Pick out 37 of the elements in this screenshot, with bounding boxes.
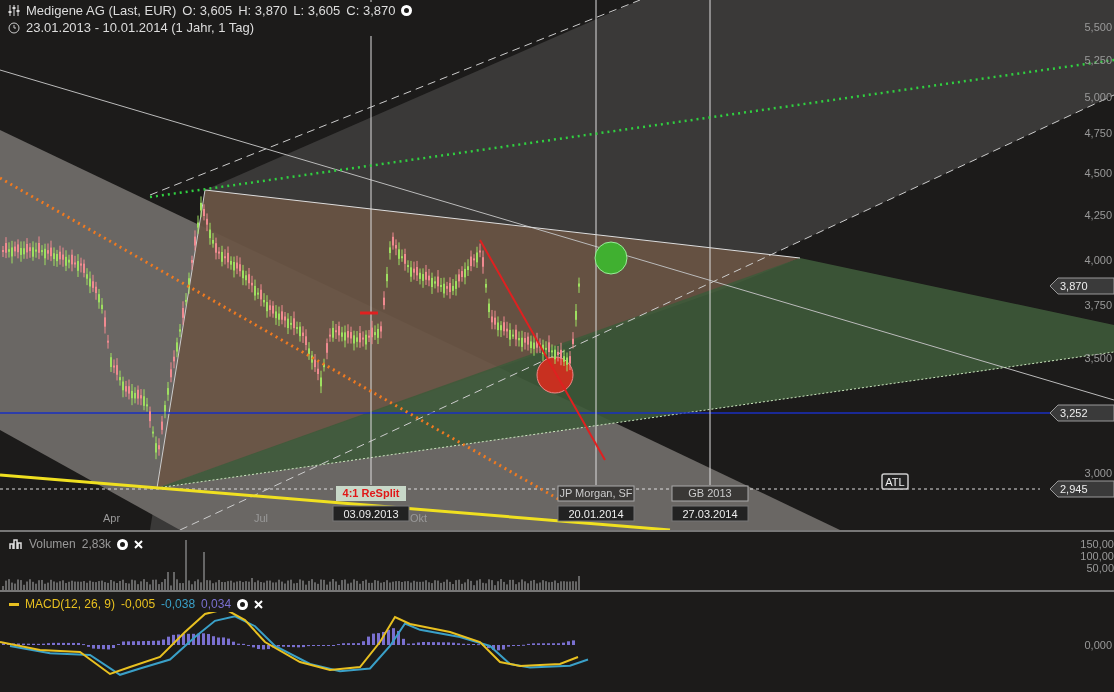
- price-tick: 3,750: [1084, 299, 1112, 311]
- volume-title: Volumen: [29, 537, 76, 551]
- price-tag: 3,252: [1049, 404, 1114, 422]
- date-tag: 27.03.2014: [671, 505, 749, 522]
- price-tag: 2,945: [1049, 480, 1114, 498]
- month-label: Apr: [103, 512, 121, 524]
- macd-title: MACD(12, 26, 9): [25, 597, 116, 611]
- price-tick: 4,000: [1084, 254, 1112, 266]
- price-tick: 5,000: [1084, 91, 1112, 103]
- split-label: 4:1 ReSplit: [336, 486, 406, 501]
- atl-marker: ATL: [881, 473, 909, 490]
- note-label: JP Morgan, SF: [557, 485, 635, 502]
- macd-tick: 0,000: [1084, 639, 1112, 651]
- macd-value: -0,005: [121, 597, 156, 611]
- quote-value: H: 3,870: [238, 3, 288, 18]
- quote-value: C: 3,870: [346, 3, 396, 18]
- date-range: 23.01.2013 - 10.01.2014 (1 Jahr, 1 Tag): [26, 20, 255, 35]
- price-tick: 4,250: [1084, 209, 1112, 221]
- price-tick: 5,500: [1084, 21, 1112, 33]
- date-tag: 20.01.2014: [557, 505, 635, 522]
- macd-value: -0,038: [161, 597, 196, 611]
- macd-value: 0,034: [201, 597, 232, 611]
- price-tick: 4,500: [1084, 167, 1112, 179]
- price-tick: 4,750: [1084, 127, 1112, 139]
- price-tick: 3,500: [1084, 352, 1112, 364]
- date-tag: 03.09.2013: [332, 505, 410, 522]
- quote-value: O: 3,605: [182, 3, 233, 18]
- volume-value: 2,83k: [81, 537, 112, 551]
- quote-value: L: 3,605: [293, 3, 341, 18]
- note-label: GB 2013: [671, 485, 749, 502]
- price-tag: 3,870: [1049, 277, 1114, 295]
- price-tick: 3,000: [1084, 467, 1112, 479]
- instrument-title: Medigene AG (Last, EUR): [26, 3, 177, 18]
- volume-tick: 150,00: [1080, 538, 1114, 550]
- price-tick: 5,250: [1084, 54, 1112, 66]
- volume-tick: 50,00: [1086, 562, 1114, 574]
- volume-tick: 100,00: [1080, 550, 1114, 562]
